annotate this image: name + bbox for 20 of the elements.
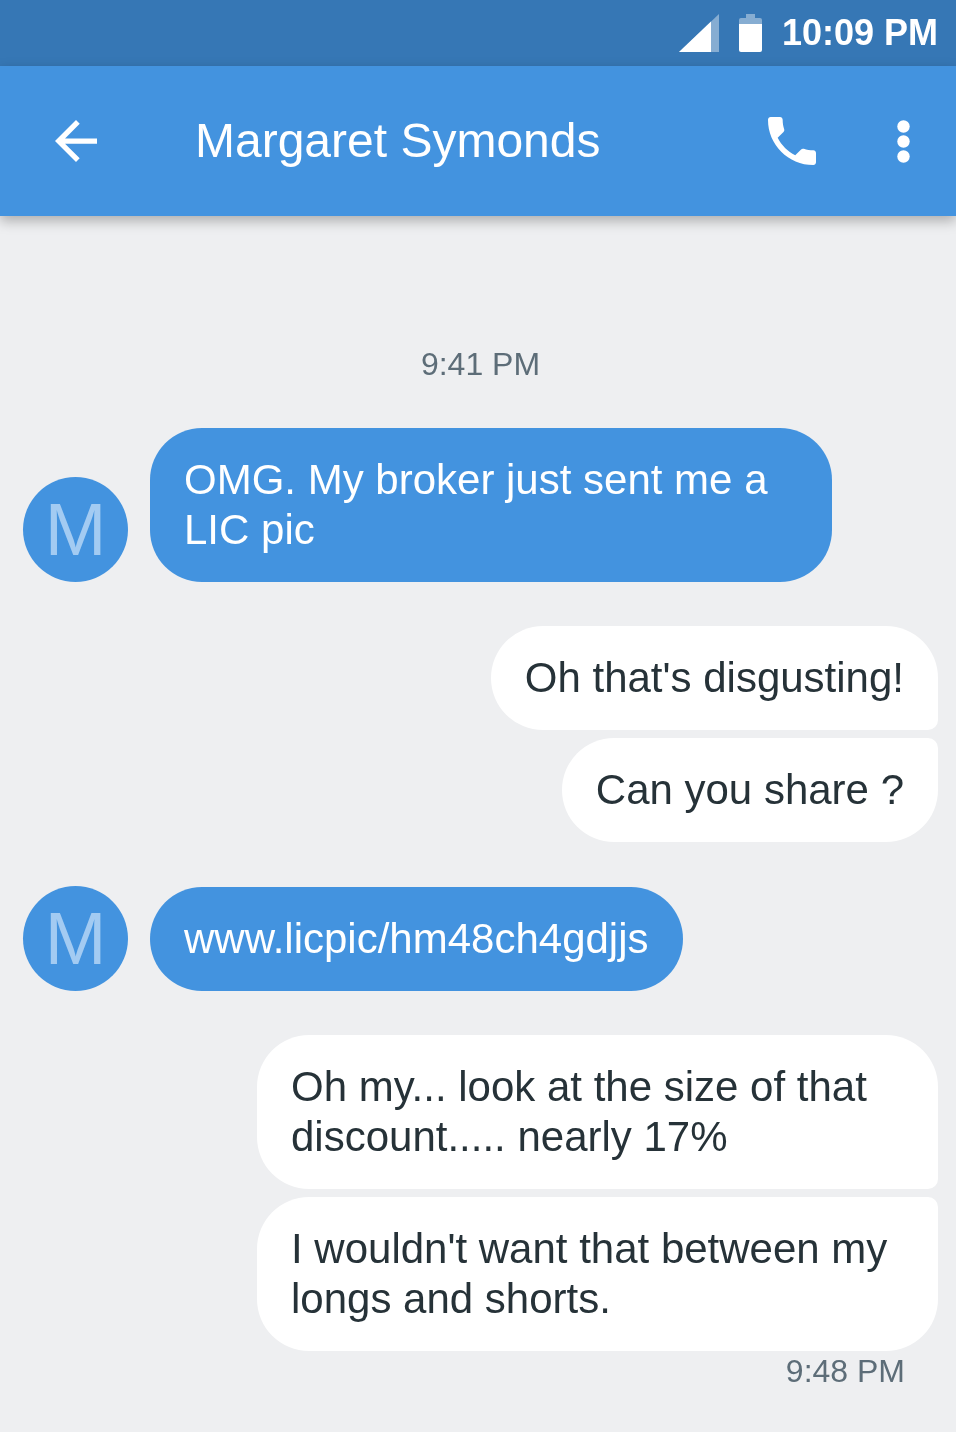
back-button[interactable]: [55, 120, 97, 162]
avatar: M: [23, 477, 128, 582]
outgoing-message: I wouldn't want that between my longs and shorts.: [257, 1197, 938, 1351]
status-time: 10:09 PM: [781, 13, 938, 53]
more-options-button[interactable]: [897, 119, 910, 163]
more-options-icon: [897, 119, 910, 163]
avatar: M: [23, 886, 128, 991]
outgoing-message: Oh that's disgusting!: [490, 626, 938, 730]
signal-icon: [678, 14, 719, 52]
phone-icon: [768, 117, 816, 165]
back-arrow-icon: [55, 120, 97, 162]
battery-icon: [738, 14, 762, 52]
outgoing-message: Oh my... look at the size of that discount..... nearly 17%: [257, 1035, 938, 1189]
call-button[interactable]: [768, 117, 816, 165]
contact-name: Margaret Symonds: [195, 113, 601, 169]
incoming-message: OMG. My broker just sent me a LIC pic: [150, 428, 832, 582]
incoming-message: www.licpic/hm48ch4gdjjs: [150, 887, 683, 991]
outgoing-message: Can you share ?: [561, 738, 938, 842]
timestamp: 9:48 PM: [785, 1353, 905, 1389]
timestamp: 9:41 PM: [419, 346, 542, 382]
